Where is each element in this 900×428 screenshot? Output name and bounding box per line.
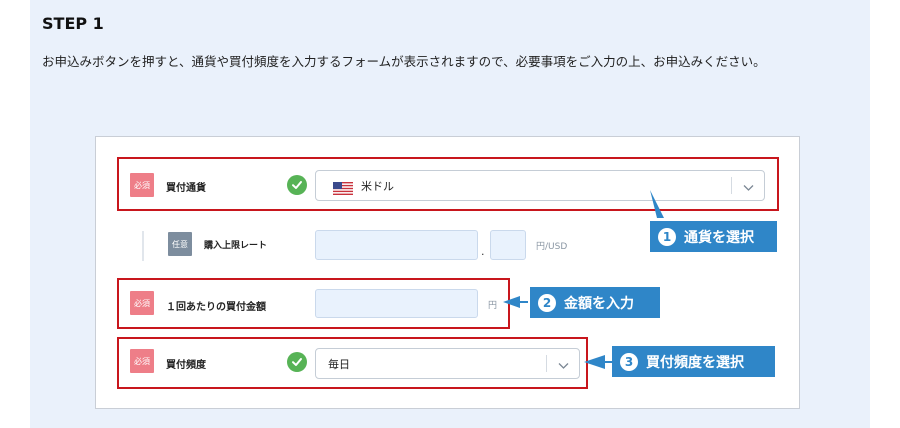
callout-enter-amount: 2 金額を入力: [530, 287, 660, 318]
callout-text: 買付頻度を選択: [646, 354, 744, 371]
callout-select-frequency: 3 買付頻度を選択: [612, 346, 775, 377]
callout-number: 3: [620, 352, 638, 371]
callout-number: 1: [658, 227, 676, 246]
callout-select-currency: 1 通貨を選択: [650, 221, 777, 252]
callout-text: 金額を入力: [564, 295, 634, 312]
callout-number: 2: [538, 293, 556, 312]
callout-text: 通貨を選択: [684, 229, 754, 246]
